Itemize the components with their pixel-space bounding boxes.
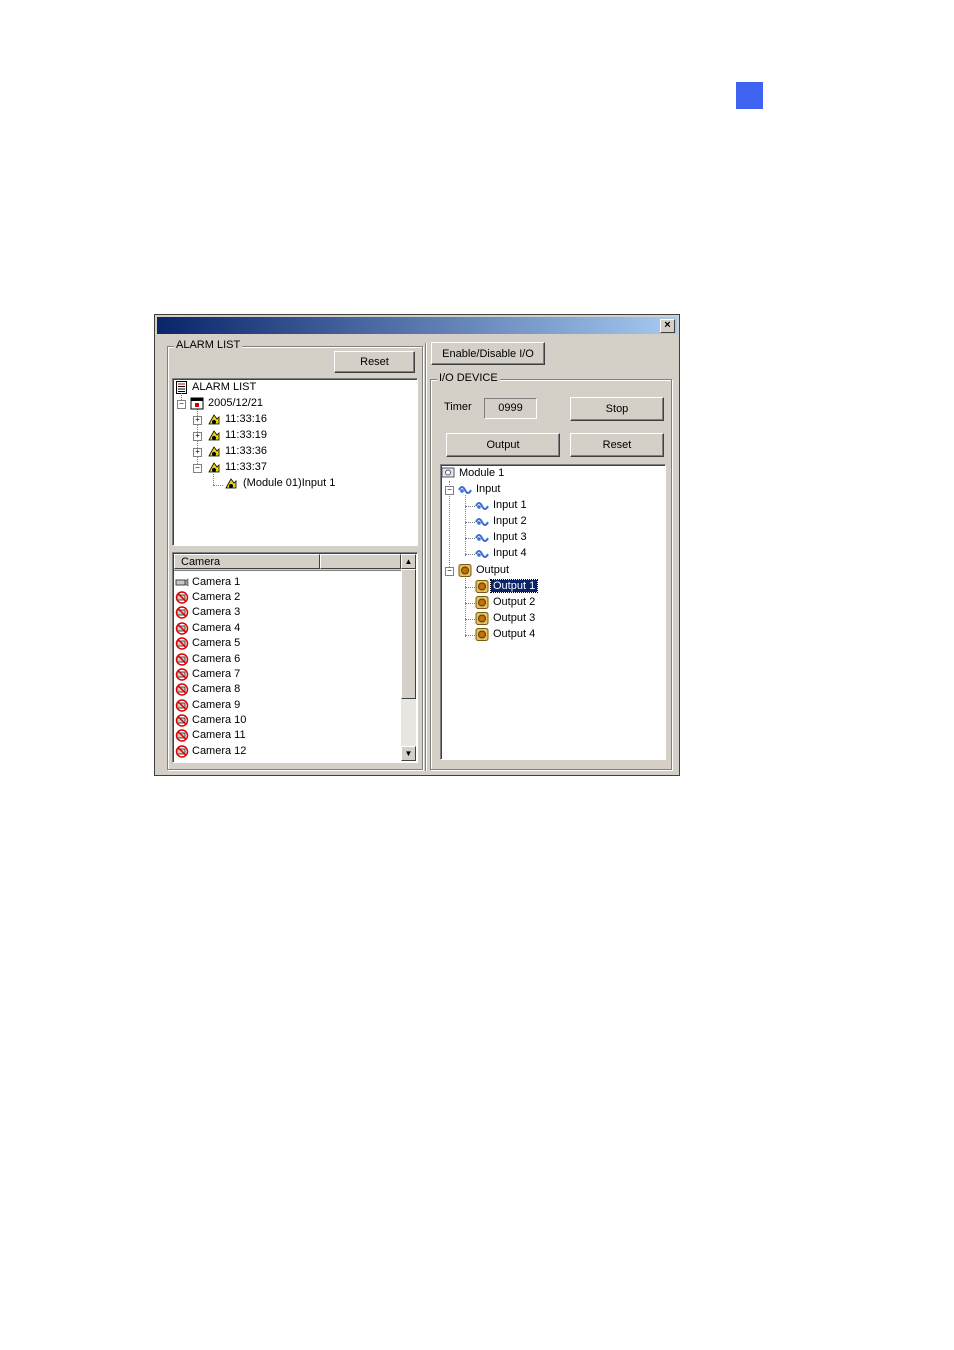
time-collapse-toggle[interactable]: − — [193, 464, 202, 473]
alarm-list-group-title: ALARM LIST — [174, 339, 243, 351]
camera-disabled-icon — [175, 729, 189, 742]
camera-disabled-icon — [175, 699, 189, 712]
timer-label: Timer — [444, 401, 472, 413]
alarm-reset-button[interactable]: Reset — [334, 351, 415, 373]
input-signal-icon — [475, 550, 489, 558]
date-collapse-toggle[interactable]: − — [177, 400, 186, 409]
alarm-tree[interactable]: ALARM LIST − 2005/12/21 + 11:33:16 + 11:… — [172, 378, 418, 546]
camera-disabled-icon — [175, 745, 189, 758]
camera-list-header: Camera — [174, 554, 401, 571]
close-button[interactable]: × — [660, 319, 675, 333]
io-device-tree[interactable]: Module 1 − Input Input 1 Input 2 Input 3 — [440, 464, 666, 760]
output-bulb-icon — [475, 612, 489, 625]
output-node-selected[interactable]: Output 1 — [489, 578, 539, 594]
output-bulb-icon — [475, 628, 489, 641]
scroll-thumb[interactable] — [401, 569, 416, 699]
camera-disabled-icon — [175, 683, 189, 696]
io-module-icon — [441, 467, 455, 478]
camera-icon — [175, 578, 189, 587]
camera-disabled-icon — [175, 668, 189, 681]
output-bulb-icon — [458, 564, 472, 577]
alarm-bell-icon — [225, 478, 237, 489]
output-node[interactable]: Output 4 — [491, 626, 537, 642]
output-bulb-icon — [475, 596, 489, 609]
alarm-date-node[interactable]: 2005/12/21 — [206, 395, 265, 411]
alarm-bell-icon — [208, 462, 220, 473]
alarm-time-node[interactable]: 11:33:19 — [223, 427, 269, 443]
camera-column-header[interactable]: Camera — [174, 554, 320, 569]
alarm-time-node[interactable]: 11:33:36 — [223, 443, 269, 459]
camera-list[interactable]: Camera Camera 1 Camera 2 Camera 3 Camera… — [172, 552, 418, 763]
input-group-node[interactable]: Input — [474, 481, 502, 497]
input-node[interactable]: Input 2 — [491, 513, 529, 529]
camera-disabled-icon — [175, 637, 189, 650]
output-collapse-toggle[interactable]: − — [445, 567, 454, 576]
camera-disabled-icon — [175, 606, 189, 619]
time-expand-toggle[interactable]: + — [193, 448, 202, 457]
empty-column-header[interactable] — [320, 554, 401, 569]
scroll-up-button[interactable]: ▲ — [401, 554, 416, 569]
alarm-bell-icon — [208, 446, 220, 457]
output-node[interactable]: Output 2 — [491, 594, 537, 610]
io-monitor-window: × ALARM LIST Reset ALARM LIST − 2005/12/… — [154, 314, 680, 776]
list-document-icon — [176, 381, 187, 394]
time-expand-toggle[interactable]: + — [193, 432, 202, 441]
output-node[interactable]: Output 3 — [491, 610, 537, 626]
input-signal-icon — [475, 534, 489, 542]
input-signal-icon — [475, 518, 489, 526]
input-signal-icon — [458, 486, 472, 494]
camera-disabled-icon — [175, 653, 189, 666]
input-collapse-toggle[interactable]: − — [445, 486, 454, 495]
io-device-group-title: I/O DEVICE — [437, 372, 500, 384]
camera-list-scrollbar[interactable]: ▲ ▼ — [401, 554, 416, 761]
camera-disabled-icon — [175, 714, 189, 727]
enable-disable-io-button[interactable]: Enable/Disable I/O — [431, 342, 545, 365]
io-reset-button[interactable]: Reset — [570, 433, 664, 457]
camera-disabled-icon — [175, 622, 189, 635]
input-node[interactable]: Input 1 — [491, 497, 529, 513]
alarm-bell-icon — [208, 414, 220, 425]
chapter-marker-square — [736, 82, 763, 109]
input-signal-icon — [475, 502, 489, 510]
output-button[interactable]: Output — [446, 433, 560, 457]
output-group-node[interactable]: Output — [474, 562, 511, 578]
alarm-bell-icon — [208, 430, 220, 441]
input-node[interactable]: Input 3 — [491, 529, 529, 545]
timer-value: 0999 — [484, 398, 537, 419]
title-bar[interactable]: × — [157, 317, 677, 334]
stop-button[interactable]: Stop — [570, 397, 664, 421]
output-bulb-icon — [475, 580, 489, 593]
alarm-event-node[interactable]: (Module 01)Input 1 — [241, 475, 337, 491]
input-node[interactable]: Input 4 — [491, 545, 529, 561]
scroll-down-button[interactable]: ▼ — [401, 746, 416, 761]
calendar-icon — [190, 397, 204, 410]
panel-divider — [425, 343, 426, 771]
alarm-tree-root[interactable]: ALARM LIST — [190, 379, 258, 395]
time-expand-toggle[interactable]: + — [193, 416, 202, 425]
module-node[interactable]: Module 1 — [457, 465, 506, 481]
alarm-time-node[interactable]: 11:33:16 — [223, 411, 269, 427]
alarm-time-node[interactable]: 11:33:37 — [223, 459, 269, 475]
camera-disabled-icon — [175, 591, 189, 604]
